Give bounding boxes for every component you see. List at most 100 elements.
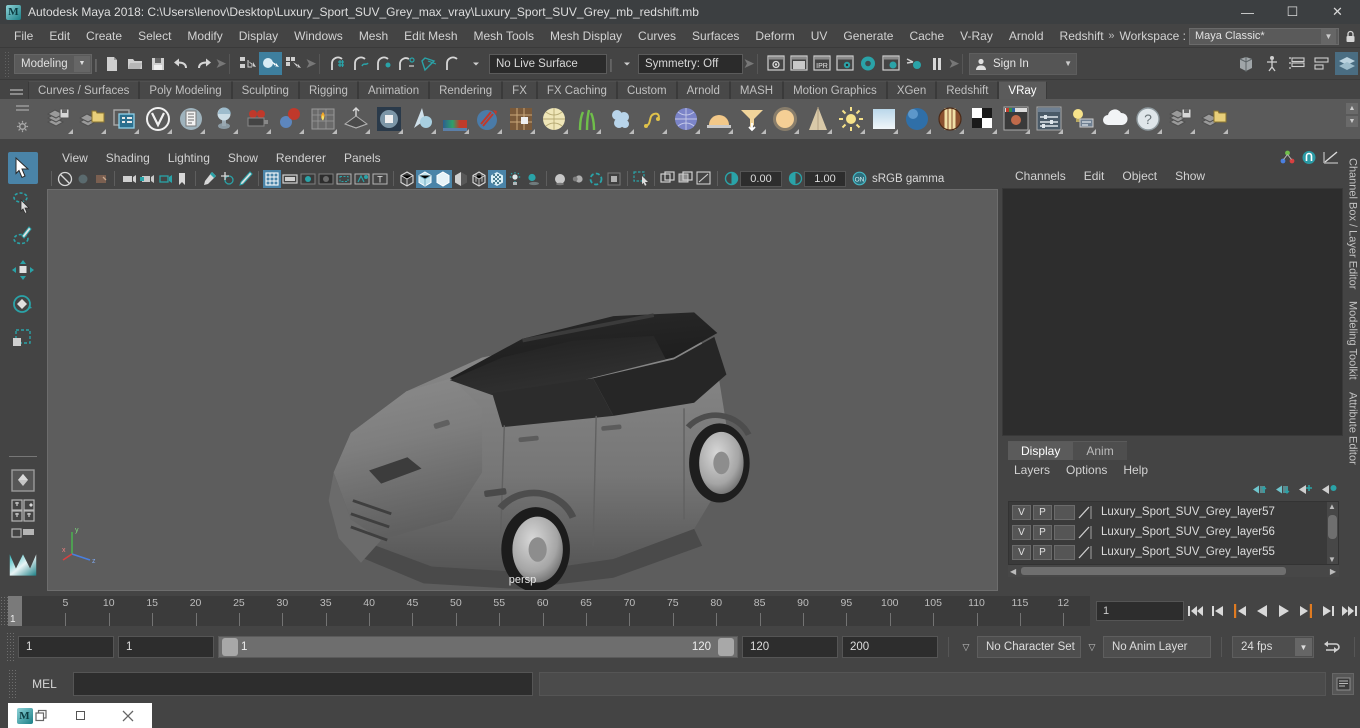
vray-sun-icon[interactable] <box>867 103 900 136</box>
viewport-menu-panels[interactable]: Panels <box>335 148 390 168</box>
shelf-tab-motion-graphics[interactable]: Motion Graphics <box>783 81 887 99</box>
exposure-value-field[interactable]: 0.00 <box>740 170 782 187</box>
side-tab-channel-box-layer-editor[interactable]: Channel Box / Layer Editor <box>1347 152 1359 295</box>
menu-generate[interactable]: Generate <box>835 24 901 48</box>
menu-v-ray[interactable]: V-Ray <box>952 24 1001 48</box>
grease-pencil-icon[interactable] <box>200 170 218 188</box>
shelf-tab-fx[interactable]: FX <box>502 81 537 99</box>
menu-select[interactable]: Select <box>130 24 179 48</box>
film-gate-icon[interactable] <box>281 170 299 188</box>
save-scene-button[interactable] <box>146 52 169 75</box>
shelf-tab-mash[interactable]: MASH <box>729 81 784 99</box>
vray-checker-icon[interactable] <box>999 103 1032 136</box>
command-line-grip[interactable] <box>8 669 16 699</box>
range-end-field[interactable]: 120 <box>742 636 838 658</box>
animation-end-field[interactable]: 200 <box>842 636 938 658</box>
gate-mask-icon[interactable] <box>317 170 335 188</box>
maximize-button[interactable]: ☐ <box>1270 0 1315 24</box>
smooth-shading-icon[interactable] <box>416 169 434 188</box>
shelf-tab-rigging[interactable]: Rigging <box>298 81 358 99</box>
step-forward-frame-button[interactable] <box>1295 600 1316 622</box>
step-back-frame-button[interactable] <box>1229 600 1250 622</box>
paint-select-tool-button[interactable] <box>8 220 38 252</box>
move-layer-down-icon[interactable] <box>1275 483 1291 496</box>
statusbar-grip[interactable] <box>4 50 11 77</box>
toggle-tool-settings-button[interactable] <box>1310 52 1333 75</box>
viewport-menu-shading[interactable]: Shading <box>97 148 159 168</box>
wireframe-shading-icon[interactable] <box>398 170 416 188</box>
menu-deform[interactable]: Deform <box>747 24 802 48</box>
sign-in-button[interactable]: Sign In ▼ <box>969 52 1077 75</box>
go-to-end-button[interactable] <box>1339 600 1360 622</box>
channelbox-menu-show[interactable]: Show <box>1166 166 1214 186</box>
split-pane-layout-button[interactable] <box>8 525 38 545</box>
command-input[interactable] <box>73 672 533 696</box>
select-camera-icon[interactable] <box>56 170 74 188</box>
menu-mesh-tools[interactable]: Mesh Tools <box>466 24 542 48</box>
depth-of-field-icon[interactable] <box>605 170 623 188</box>
image-plane-icon[interactable] <box>92 170 110 188</box>
menu-create[interactable]: Create <box>78 24 130 48</box>
flat-shading-icon[interactable] <box>452 170 470 188</box>
vray-sky-plane-icon[interactable] <box>900 103 933 136</box>
shelf-tab-vray[interactable]: VRay <box>998 81 1047 99</box>
live-surface-field[interactable]: No Live Surface <box>489 53 607 74</box>
layer-menu-layers[interactable]: Layers <box>1006 463 1058 477</box>
text-overlay-icon[interactable]: T <box>371 170 389 188</box>
layer-visibility-toggle[interactable]: V <box>1012 544 1031 560</box>
bookmark-icon[interactable] <box>173 170 191 188</box>
render-current-frame-button[interactable] <box>764 52 787 75</box>
taskbar-maximize-button[interactable] <box>56 703 104 728</box>
viewport-menu-show[interactable]: Show <box>219 148 267 168</box>
texture-display-icon[interactable] <box>488 169 506 188</box>
shelf-tab-rendering[interactable]: Rendering <box>429 81 503 99</box>
attribute-editor-icon[interactable] <box>1301 150 1317 165</box>
motion-blur-icon[interactable] <box>569 170 587 188</box>
layer-tab-display[interactable]: Display <box>1008 441 1074 460</box>
side-tab-attribute-editor[interactable]: Attribute Editor <box>1347 386 1359 471</box>
vray-ies-light-icon[interactable] <box>768 103 801 136</box>
symmetry-options-chevron[interactable] <box>615 52 638 75</box>
vray-material-ball-icon[interactable] <box>966 103 999 136</box>
vray-light-lister-icon[interactable]: ? <box>1131 103 1164 136</box>
vray-ambient-light-icon[interactable] <box>801 103 834 136</box>
vray-sky-icon[interactable] <box>735 103 768 136</box>
menu-mesh-display[interactable]: Mesh Display <box>542 24 630 48</box>
scale-tool-button[interactable] <box>8 322 38 354</box>
xray-joints-icon[interactable] <box>659 170 677 188</box>
snap-to-point-button[interactable] <box>372 52 395 75</box>
make-live-button[interactable] <box>441 52 464 75</box>
menu-modify[interactable]: Modify <box>179 24 230 48</box>
layer-list-hscrollbar[interactable]: ◀ ▶ <box>1008 565 1339 577</box>
undo-button[interactable] <box>169 52 192 75</box>
move-tool-button[interactable] <box>8 254 38 286</box>
shelf-tab-sculpting[interactable]: Sculpting <box>231 81 299 99</box>
vray-sphere-light2-icon[interactable] <box>933 103 966 136</box>
channel-box-content[interactable] <box>1002 188 1343 436</box>
menu-curves[interactable]: Curves <box>630 24 684 48</box>
bookmark-view-icon[interactable] <box>74 170 92 188</box>
vray-fur-icon[interactable] <box>537 103 570 136</box>
vray-help-icon[interactable] <box>1197 103 1230 136</box>
vray-render-log-icon[interactable] <box>174 103 207 136</box>
range-start-field[interactable]: 1 <box>118 636 214 658</box>
select-by-component-type-button[interactable] <box>282 52 305 75</box>
vray-curve-icon[interactable] <box>669 103 702 136</box>
menu-set-dropdown[interactable]: Modeling ▼ <box>14 53 92 74</box>
menu-display[interactable]: Display <box>231 24 286 48</box>
select-tool-button[interactable] <box>7 152 38 184</box>
workspace-dropdown[interactable]: Maya Classic* ▼ <box>1189 27 1339 45</box>
layer-visibility-toggle[interactable]: V <box>1012 524 1031 540</box>
character-set-dropdown[interactable]: No Character Set <box>977 636 1081 658</box>
layer-name[interactable]: Luxury_Sport_SUV_Grey_layer55 <box>1095 546 1275 558</box>
vray-grass-icon[interactable] <box>603 103 636 136</box>
exposure-icon[interactable] <box>722 170 740 188</box>
vray-fire-icon[interactable] <box>306 103 339 136</box>
redo-previous-render-button[interactable] <box>787 52 810 75</box>
layer-menu-help[interactable]: Help <box>1115 463 1156 477</box>
current-time-indicator[interactable]: 1 <box>8 596 22 626</box>
render-settings-button[interactable] <box>833 52 856 75</box>
snap-options-chevron[interactable] <box>464 52 487 75</box>
channelbox-menu-channels[interactable]: Channels <box>1006 166 1075 186</box>
range-grip[interactable] <box>6 632 14 662</box>
